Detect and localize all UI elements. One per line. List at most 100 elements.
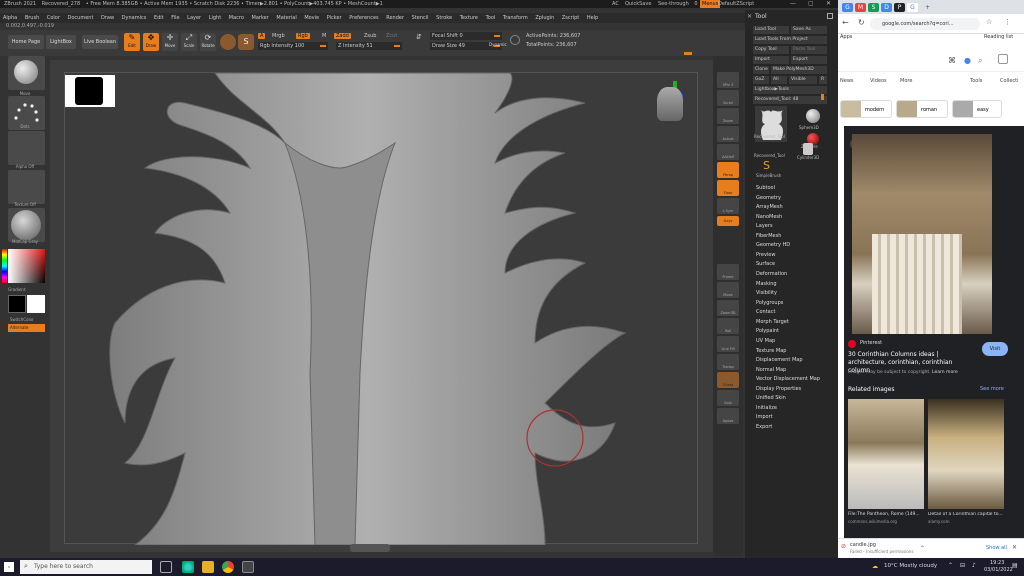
address-bar[interactable]: google.com/search?q=cori... bbox=[870, 18, 980, 30]
tool-subpalette-export[interactable]: Export bbox=[756, 424, 772, 430]
document-area[interactable] bbox=[64, 72, 698, 545]
tab-favicon-p[interactable]: P bbox=[894, 3, 905, 12]
m-toggle[interactable]: M bbox=[322, 33, 326, 39]
goz-visible-button[interactable]: Visible bbox=[789, 76, 817, 84]
tool-subpalette-texture-map[interactable]: Texture Map bbox=[756, 348, 786, 354]
see-through-slider[interactable]: See-through 0 bbox=[658, 0, 702, 8]
goz-button[interactable]: GoZ bbox=[753, 76, 769, 84]
texture-s-icon[interactable]: S bbox=[238, 34, 254, 50]
quicksave-button[interactable]: QuickSave bbox=[625, 0, 651, 8]
safe-search-icon[interactable] bbox=[998, 54, 1008, 64]
paste-tool-button[interactable]: Paste Tool bbox=[791, 46, 827, 54]
restore-icon[interactable]: ▢ bbox=[808, 0, 814, 8]
menu-material[interactable]: Material bbox=[276, 15, 296, 21]
tab-favicon-m[interactable]: M bbox=[855, 3, 866, 12]
mic-icon[interactable]: ● bbox=[964, 56, 971, 65]
related-image-1[interactable] bbox=[848, 399, 924, 509]
alternate-button[interactable]: Alternate bbox=[8, 324, 45, 332]
volume-icon[interactable]: ♪ bbox=[972, 562, 976, 569]
rotate-tool-button[interactable]: ⟳ Rotate bbox=[200, 33, 216, 51]
color-picker[interactable] bbox=[8, 249, 45, 283]
learn-more-link[interactable]: Learn more bbox=[932, 370, 958, 375]
search-icon[interactable]: ⌕ bbox=[978, 56, 982, 66]
local-sym-button[interactable]: L.Sym bbox=[717, 198, 739, 214]
copy-tool-button[interactable]: Copy Tool bbox=[753, 46, 789, 54]
export-button[interactable]: Export bbox=[791, 56, 827, 64]
tab-videos[interactable]: Videos bbox=[870, 78, 887, 84]
edge-icon[interactable] bbox=[182, 561, 194, 573]
import-button[interactable]: Import bbox=[753, 56, 789, 64]
frame-button[interactable]: Frame bbox=[717, 264, 739, 280]
clock-time[interactable]: 19:23 bbox=[990, 560, 1004, 566]
material-thumbnail[interactable] bbox=[8, 208, 45, 242]
tool-thumb-recovered2-label[interactable]: Recovered_Tool bbox=[754, 153, 794, 158]
chip-roman[interactable]: roman bbox=[896, 100, 948, 118]
start-icon[interactable] bbox=[4, 562, 14, 572]
current-tool-slider[interactable]: Recovered_Tool: 48 bbox=[753, 96, 827, 104]
tool-subpalette-arraymesh[interactable]: ArrayMesh bbox=[756, 204, 783, 210]
menu-marker[interactable]: Marker bbox=[252, 15, 269, 21]
tab-favicon-s[interactable]: S bbox=[868, 3, 879, 12]
live-boolean-button[interactable]: Live Boolean bbox=[82, 35, 118, 49]
task-view-icon[interactable] bbox=[160, 561, 172, 573]
show-all-downloads[interactable]: Show all bbox=[986, 545, 1007, 551]
tool-subpalette-fibermesh[interactable]: FiberMesh bbox=[756, 233, 781, 239]
ghost-button[interactable]: Ghost bbox=[717, 372, 739, 388]
menu-movie[interactable]: Movie bbox=[304, 15, 319, 21]
orientation-head-icon[interactable] bbox=[657, 87, 683, 121]
back-icon[interactable]: ← bbox=[842, 18, 849, 27]
material-sphere-icon[interactable] bbox=[220, 34, 236, 50]
new-tab-icon[interactable]: + bbox=[922, 3, 933, 12]
zsub-toggle[interactable]: Zsub bbox=[364, 33, 376, 39]
main-color-swatch[interactable] bbox=[8, 295, 26, 313]
tool-subpalette-nanomesh[interactable]: NanoMesh bbox=[756, 214, 782, 220]
tools-button[interactable]: Tools bbox=[970, 78, 982, 84]
tool-subpalette-geometry[interactable]: Geometry bbox=[756, 195, 781, 201]
chrome-taskbar-icon[interactable] bbox=[222, 561, 234, 573]
zcut-toggle[interactable]: Zcut bbox=[386, 33, 397, 39]
notifications-icon[interactable]: ▤ bbox=[1012, 562, 1018, 569]
tool-subpalette-layers[interactable]: Layers bbox=[756, 223, 773, 229]
related-image-2[interactable] bbox=[928, 399, 1004, 509]
reading-list-link[interactable]: Reading list bbox=[984, 34, 1013, 40]
collapse-icon[interactable]: ✕ bbox=[747, 13, 752, 20]
goz-r-button[interactable]: R bbox=[819, 76, 827, 84]
brush-thumbnail[interactable] bbox=[8, 56, 45, 90]
star-icon[interactable]: ☆ bbox=[986, 18, 992, 26]
dynamic-toggle[interactable]: Dynamic bbox=[489, 42, 507, 47]
texture-thumbnail[interactable] bbox=[8, 170, 45, 204]
actual-button[interactable]: Actual bbox=[717, 126, 739, 142]
alpha-thumbnail[interactable] bbox=[8, 131, 45, 165]
menu-preferences[interactable]: Preferences bbox=[349, 15, 378, 21]
menu-alpha[interactable]: Alpha bbox=[3, 15, 17, 21]
tool-subpalette-masking[interactable]: Masking bbox=[756, 281, 777, 287]
weather-text[interactable]: 10°C Mostly cloudy bbox=[884, 563, 937, 569]
rgb-intensity-slider[interactable]: Rgb Intensity 100 bbox=[258, 42, 328, 50]
sculpt-stroke-icon[interactable]: ⇵ bbox=[416, 33, 426, 49]
see-more-link[interactable]: See more bbox=[980, 386, 1004, 392]
scroll-button[interactable]: Scroll bbox=[717, 90, 739, 106]
rotate-view-button[interactable]: Rot bbox=[717, 318, 739, 334]
close-icon[interactable]: ✕ bbox=[826, 0, 831, 8]
related-title-2[interactable]: Detail of a Corinthian capital to... bbox=[928, 512, 1006, 517]
menu-zscript[interactable]: Zscript bbox=[562, 15, 579, 21]
tool-subpalette-geometry-hd[interactable]: Geometry HD bbox=[756, 242, 790, 248]
goz-all-button[interactable]: All bbox=[771, 76, 787, 84]
floor-button[interactable]: Floor bbox=[717, 180, 739, 196]
zbrush-taskbar-icon[interactable] bbox=[242, 561, 254, 573]
menu-zplugin[interactable]: Zplugin bbox=[535, 15, 554, 21]
draw-tool-button[interactable]: ✥ Draw bbox=[143, 33, 159, 51]
secondary-color-swatch[interactable] bbox=[27, 295, 45, 313]
menu-brush[interactable]: Brush bbox=[25, 15, 39, 21]
z-intensity-slider[interactable]: Z Intensity 51 bbox=[336, 42, 402, 50]
extensions-icon[interactable]: ⋮ bbox=[1004, 18, 1011, 26]
menu-document[interactable]: Document bbox=[68, 15, 94, 21]
menu-light[interactable]: Light bbox=[209, 15, 221, 21]
download-filename[interactable]: candle.jpg bbox=[850, 542, 876, 548]
tool-subpalette-import[interactable]: Import bbox=[756, 414, 773, 420]
clock-date[interactable]: 03/01/2022 bbox=[984, 567, 1013, 573]
menu-color[interactable]: Color bbox=[47, 15, 60, 21]
tab-favicon-g[interactable]: G bbox=[842, 3, 853, 12]
tool-subpalette-polypaint[interactable]: Polypaint bbox=[756, 328, 779, 334]
chip-easy[interactable]: easy bbox=[952, 100, 1002, 118]
